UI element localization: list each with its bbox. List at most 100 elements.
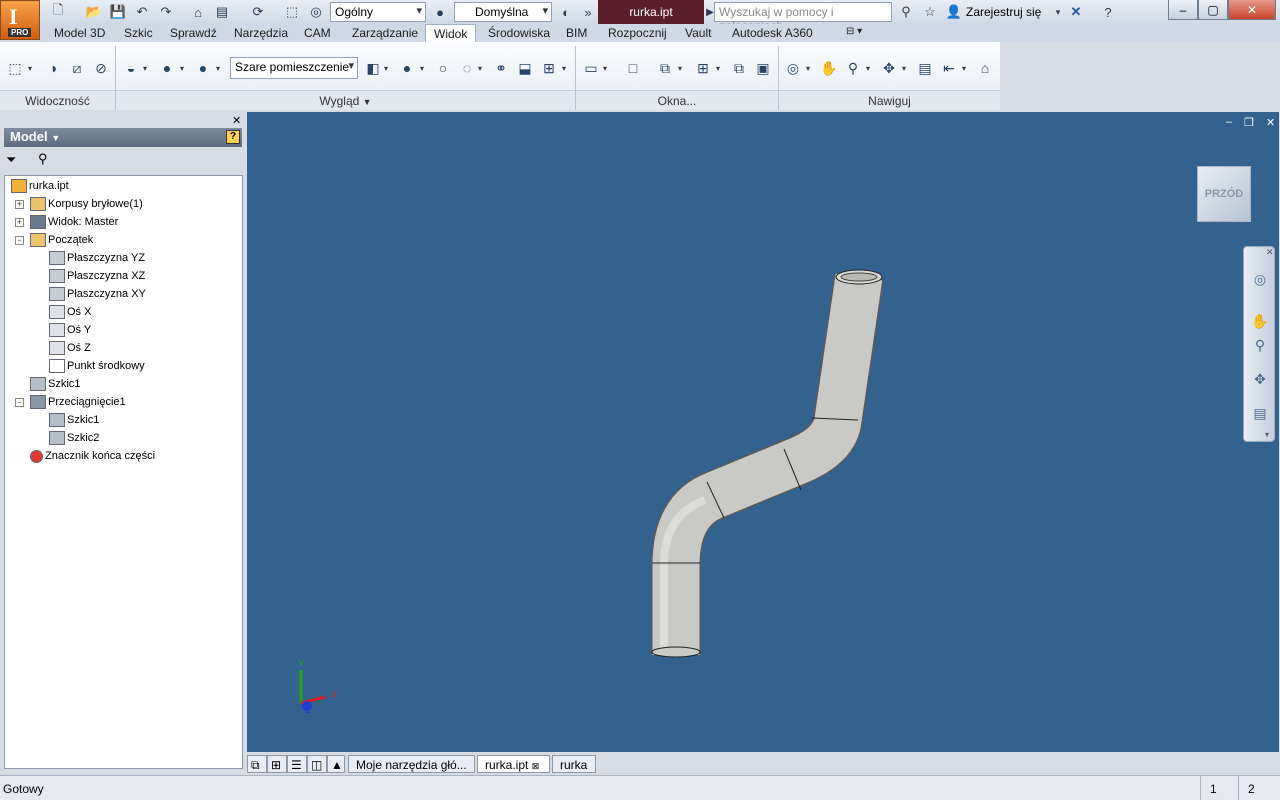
application-menu-button[interactable]: I PRO	[0, 0, 40, 40]
tab-vault[interactable]: Vault	[677, 24, 719, 42]
cascade-layout-icon[interactable]: ⧉	[247, 755, 267, 773]
navbar-customize-icon[interactable]: ▾	[1265, 430, 1269, 439]
ground-shadow-dropdown-icon[interactable]: ▾	[420, 57, 428, 79]
tree-node[interactable]: Widok: Master	[30, 214, 118, 230]
new-window-icon[interactable]: ▣	[752, 57, 774, 79]
sign-in-link[interactable]: Zarejestruj się	[966, 5, 1041, 19]
collapse-icon[interactable]: -	[15, 398, 24, 407]
orbit-dropdown-icon[interactable]: ▾	[902, 57, 910, 79]
slice-icon[interactable]: ⧄	[66, 57, 88, 79]
sign-in-dropdown-icon[interactable]: ▾	[1048, 3, 1068, 21]
find-icon[interactable]: ⚲	[38, 151, 48, 167]
material-combo[interactable]: Domyślna	[454, 2, 552, 22]
full-navigation-wheel-icon[interactable]: ◎	[1249, 268, 1271, 290]
viewport-close-icon[interactable]: ✕	[1266, 116, 1275, 129]
perspective-icon[interactable]: ⬓	[514, 57, 536, 79]
tree-node[interactable]: Szkic1	[49, 412, 99, 428]
more-icon[interactable]: »	[578, 3, 598, 21]
tab-model-3d[interactable]: Model 3D	[46, 24, 113, 42]
tile-windows-icon[interactable]: ⊞	[692, 57, 714, 79]
previous-view-icon[interactable]: ⇤	[938, 57, 960, 79]
tab-autodesk-a360[interactable]: Autodesk A360	[724, 24, 821, 42]
select-icon[interactable]: ⬚	[282, 3, 302, 21]
tree-node[interactable]: Płaszczyzna XZ	[49, 268, 145, 284]
zoom-dropdown-icon[interactable]: ▾	[866, 57, 874, 79]
ray-trace-icon[interactable]: ⚭	[490, 57, 512, 79]
doc-tab-rurka-ipt[interactable]: rurka.ipt ⊠	[477, 755, 550, 773]
previous-view-dropdown-icon[interactable]: ▾	[962, 57, 970, 79]
tab-bim[interactable]: BIM	[558, 24, 595, 42]
viewport-minimize-icon[interactable]: –	[1226, 116, 1232, 128]
expand-icon[interactable]: +	[15, 200, 24, 209]
viewcube[interactable]: PRZÓD	[1197, 166, 1251, 222]
tree-node[interactable]: Płaszczyzna YZ	[49, 250, 145, 266]
help-search-input[interactable]: Wyszukaj w pomocy i poleceniach	[714, 2, 892, 33]
texture-dropdown-icon[interactable]: ▾	[478, 57, 486, 79]
tab-szkic[interactable]: Szkic	[116, 24, 161, 42]
home-view-icon[interactable]: ⌂	[974, 57, 996, 79]
tree-node[interactable]: Oś Z	[49, 340, 91, 356]
horizontal-layout-icon[interactable]: ☰	[287, 755, 307, 773]
tab-list-icon[interactable]: ▲	[327, 755, 345, 773]
minimize-button[interactable]: –	[1168, 0, 1198, 20]
maximize-button[interactable]: ▢	[1198, 0, 1228, 20]
close-tab-icon[interactable]: ⊠	[532, 761, 540, 771]
new-icon[interactable]: 🗋	[48, 2, 68, 21]
appearance-combo[interactable]: Ogólny	[330, 2, 426, 22]
tree-node[interactable]: Szkic2	[49, 430, 99, 446]
measure-icon[interactable]: ◎	[306, 3, 326, 21]
panel-label-wyglad[interactable]: Wygląd ▼	[116, 90, 575, 110]
home-icon[interactable]: ⌂	[188, 3, 208, 21]
exchange-apps-icon[interactable]: ✕	[1066, 3, 1086, 21]
steering-wheel-dropdown-icon[interactable]: ▾	[806, 57, 814, 79]
close-button[interactable]: ✕	[1228, 0, 1276, 20]
pan-icon[interactable]: ✋	[818, 57, 840, 79]
tab-cam[interactable]: CAM	[296, 24, 339, 42]
collapse-icon[interactable]: -	[15, 236, 24, 245]
tab-zarzadzanie[interactable]: Zarządzanie	[344, 24, 426, 42]
update-icon[interactable]: ⟳	[248, 3, 268, 21]
ambient-shadow-icon[interactable]: ○	[432, 57, 454, 79]
cascade-dropdown-icon[interactable]: ▾	[678, 57, 686, 79]
object-visibility-dropdown-icon[interactable]: ▾	[28, 57, 36, 79]
close-panel-icon[interactable]: ✕	[232, 114, 241, 127]
user-interface-dropdown-icon[interactable]: ▾	[603, 57, 611, 79]
tree-node[interactable]: rurka.ipt	[11, 178, 69, 194]
orbit-icon[interactable]: ✥	[878, 57, 900, 79]
half-section-icon[interactable]: ⊘	[90, 57, 112, 79]
clipping-icon[interactable]: ◑	[42, 57, 64, 79]
tile-dropdown-icon[interactable]: ▾	[716, 57, 724, 79]
undo-icon[interactable]: ↶	[132, 3, 152, 21]
help-icon[interactable]: ?	[1098, 3, 1118, 21]
user-interface-icon[interactable]: ▭	[580, 57, 602, 79]
navbar-pan-icon[interactable]: ✋	[1249, 310, 1271, 332]
shadows-icon[interactable]: ●	[156, 57, 178, 79]
switch-window-icon[interactable]: ⧉	[728, 57, 750, 79]
properties-icon[interactable]: ▤	[212, 3, 232, 21]
tree-node[interactable]: Płaszczyzna XY	[49, 286, 146, 302]
binoculars-icon[interactable]: ⚲	[896, 3, 916, 21]
orthographic-icon[interactable]: ⊞	[538, 57, 560, 79]
zoom-icon[interactable]: ⚲	[842, 57, 864, 79]
ribbon-minimize-icon[interactable]: ⊟ ▾	[838, 24, 870, 42]
viewport-restore-icon[interactable]: ❐	[1244, 116, 1254, 129]
tab-widok[interactable]: Widok	[425, 24, 477, 42]
lighting-style-combo[interactable]: Szare pomieszczenie	[230, 57, 358, 79]
reflections-icon[interactable]: ●	[192, 57, 214, 79]
look-at-icon[interactable]: ▤	[914, 57, 936, 79]
object-visibility-icon[interactable]: ⬚	[4, 57, 26, 79]
cascade-windows-icon[interactable]: ⧉	[654, 57, 676, 79]
tab-sprawdz[interactable]: Sprawdź	[162, 24, 225, 42]
save-icon[interactable]: 💾	[108, 3, 128, 21]
ground-plane-icon[interactable]: ◧	[362, 57, 384, 79]
orthographic-dropdown-icon[interactable]: ▾	[562, 57, 570, 79]
favorites-icon[interactable]: ☆	[920, 3, 940, 21]
reflections-dropdown-icon[interactable]: ▾	[216, 57, 224, 79]
navbar-orbit-icon[interactable]: ✥	[1249, 368, 1271, 390]
doc-tab-my-home[interactable]: Moje narzędzia głó...	[348, 755, 475, 773]
graphics-viewport[interactable]	[247, 112, 1279, 752]
visual-style-icon[interactable]: ◒	[120, 57, 142, 79]
navbar-look-at-icon[interactable]: ▤	[1249, 402, 1271, 424]
browser-header[interactable]: Model ▼	[4, 128, 242, 147]
tree-node[interactable]: Korpusy bryłowe(1)	[30, 196, 143, 212]
